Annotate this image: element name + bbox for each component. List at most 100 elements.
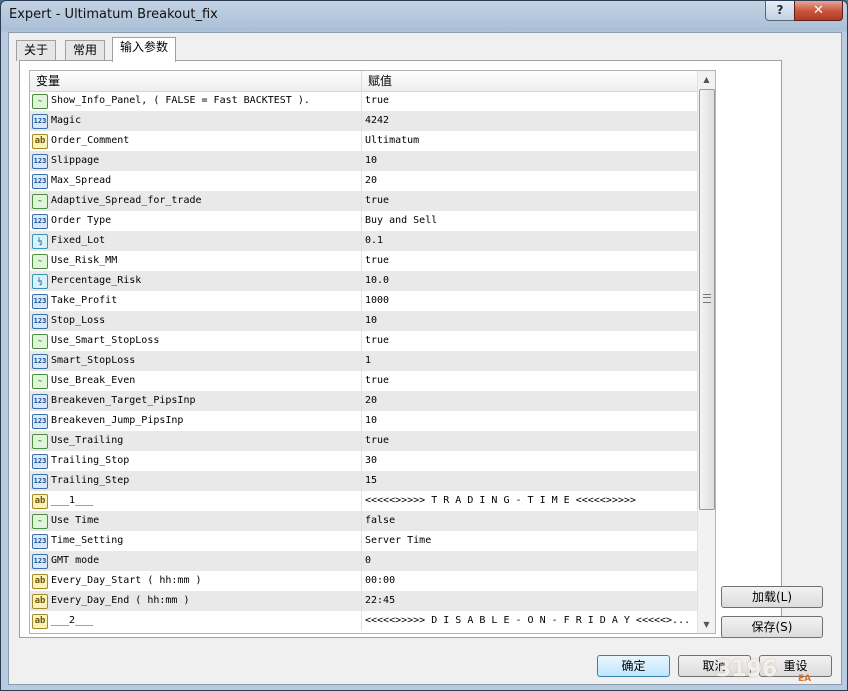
table-row[interactable]: ½ Percentage_Risk 10.0 [30,271,697,291]
int-icon: 123 [32,414,48,429]
save-button[interactable]: 保存(S) [721,616,823,638]
parameter-value[interactable]: 0.1 [365,231,695,251]
table-row[interactable]: ab Every_Day_End ( hh:mm ) 22:45 [30,591,697,611]
column-divider [361,411,362,431]
parameter-value[interactable]: 1 [365,351,695,371]
table-row[interactable]: 123 Slippage 10 [30,151,697,171]
parameter-value[interactable]: 10 [365,411,695,431]
parameter-value[interactable]: 15 [365,471,695,491]
table-row[interactable]: 123 GMT mode 0 [30,551,697,571]
bool-icon: ~ [32,434,48,449]
int-icon: 123 [32,454,48,469]
parameter-value[interactable]: true [365,91,695,111]
parameter-value[interactable]: <<<<<>>>>> T R A D I N G - T I M E <<<<<… [365,491,695,511]
tab-about[interactable]: 关于 [16,40,57,61]
parameter-value[interactable]: 10 [365,311,695,331]
table-row[interactable]: 123 Smart_StopLoss 1 [30,351,697,371]
table-row[interactable]: ~ Use_Smart_StopLoss true [30,331,697,351]
help-button[interactable]: ? [765,1,795,21]
table-row[interactable]: 123 Stop_Loss 10 [30,311,697,331]
table-row[interactable]: 123 Magic 4242 [30,111,697,131]
table-row[interactable]: ab ___2___ <<<<<>>>>> D I S A B L E - O N … [30,611,697,631]
table-row[interactable]: 123 Max_Spread 20 [30,171,697,191]
table-row[interactable]: ~ Show_Info_Panel, ( FALSE = Fast BACKTES… [30,91,697,111]
ok-button[interactable]: 确定 [597,655,670,677]
int-icon: 123 [32,214,48,229]
table-row[interactable]: ~ Use_Risk_MM true [30,251,697,271]
column-divider [361,211,362,231]
table-row[interactable]: ab Every_Day_Start ( hh:mm ) 00:00 [30,571,697,591]
parameter-name: Order_Comment [51,135,130,146]
table-row[interactable]: 123 Trailing_Stop 30 [30,451,697,471]
parameter-value[interactable]: Server Time [365,531,695,551]
column-divider [361,571,362,591]
parameter-value[interactable]: 20 [365,171,695,191]
parameter-value[interactable]: 0 [365,551,695,571]
parameter-value[interactable]: 10.0 [365,271,695,291]
parameter-value[interactable]: 20 [365,391,695,411]
parameter-value[interactable]: true [365,331,695,351]
table-row[interactable]: ~ Use_Break_Even true [30,371,697,391]
column-header-variable[interactable]: 变量 [30,71,362,91]
title-bar[interactable]: Expert - Ultimatum Breakout_fix [1,1,847,31]
string-icon: ab [32,494,48,509]
column-divider [361,251,362,271]
table-row[interactable]: 123 Order Type Buy and Sell [30,211,697,231]
table-row[interactable]: ~ Adaptive_Spread_for_trade true [30,191,697,211]
column-divider [361,591,362,611]
window-title: Expert - Ultimatum Breakout_fix [9,7,218,22]
table-row[interactable]: 123 Breakeven_Jump_PipsInp 10 [30,411,697,431]
string-icon: ab [32,614,48,629]
column-divider [361,171,362,191]
tab-inputs[interactable]: 输入参数 [112,37,177,62]
parameter-value[interactable]: 10 [365,151,695,171]
parameter-value[interactable]: true [365,191,695,211]
column-divider [361,311,362,331]
close-button[interactable]: ✕ [794,1,843,21]
table-row[interactable]: ~ Use Time false [30,511,697,531]
parameter-value[interactable]: Buy and Sell [365,211,695,231]
table-row[interactable]: ½ Fixed_Lot 0.1 [30,231,697,251]
int-icon: 123 [32,354,48,369]
parameter-value[interactable]: 30 [365,451,695,471]
table-row[interactable]: ab Order_Comment Ultimatum [30,131,697,151]
scroll-up-arrow-icon[interactable]: ▲ [698,71,715,88]
table-row[interactable]: ab ___1___ <<<<<>>>>> T R A D I N G - T I … [30,491,697,511]
parameter-name: GMT mode [51,555,100,566]
load-button[interactable]: 加载(L) [721,586,823,608]
parameter-name: Breakeven_Target_PipsInp [51,395,196,406]
parameter-name: Percentage_Risk [51,275,142,286]
bool-icon: ~ [32,254,48,269]
table-row[interactable]: 123 Breakeven_Target_PipsInp 20 [30,391,697,411]
table-row[interactable]: 123 Time_Setting Server Time [30,531,697,551]
column-header-value[interactable]: 赋值 [362,71,698,91]
parameter-name: Magic [51,115,82,126]
table-row[interactable]: 123 Take_Profit 1000 [30,291,697,311]
scroll-down-arrow-icon[interactable]: ▼ [698,616,715,633]
parameter-value[interactable]: 1000 [365,291,695,311]
string-icon: ab [32,594,48,609]
parameter-name: Every_Day_Start ( hh:mm ) [51,575,202,586]
parameter-value[interactable]: <<<<<>>>>> D I S A B L E - O N - F R I D… [365,611,695,631]
parameter-value[interactable]: 4242 [365,111,695,131]
parameter-value[interactable]: true [365,251,695,271]
parameter-value[interactable]: true [365,371,695,391]
scrollbar-thumb[interactable] [699,89,715,510]
vertical-scrollbar[interactable]: ▲ ▼ [697,71,715,633]
parameter-name: Use_Trailing [51,435,124,446]
parameter-name: Use_Smart_StopLoss [51,335,160,346]
table-row[interactable]: ~ Use_Trailing true [30,431,697,451]
parameter-value[interactable]: 00:00 [365,571,695,591]
column-divider [361,271,362,291]
parameter-value[interactable]: true [365,431,695,451]
parameter-value[interactable]: Ultimatum [365,131,695,151]
parameter-value[interactable]: 22:45 [365,591,695,611]
double-icon: ½ [32,234,48,249]
table-row[interactable]: 123 Trailing_Step 15 [30,471,697,491]
column-divider [361,91,362,111]
tab-common[interactable]: 常用 [65,40,106,61]
watermark-logo: 3196 [716,657,778,682]
parameter-name: Use_Break_Even [51,375,136,386]
parameter-value[interactable]: false [365,511,695,531]
column-divider [361,511,362,531]
